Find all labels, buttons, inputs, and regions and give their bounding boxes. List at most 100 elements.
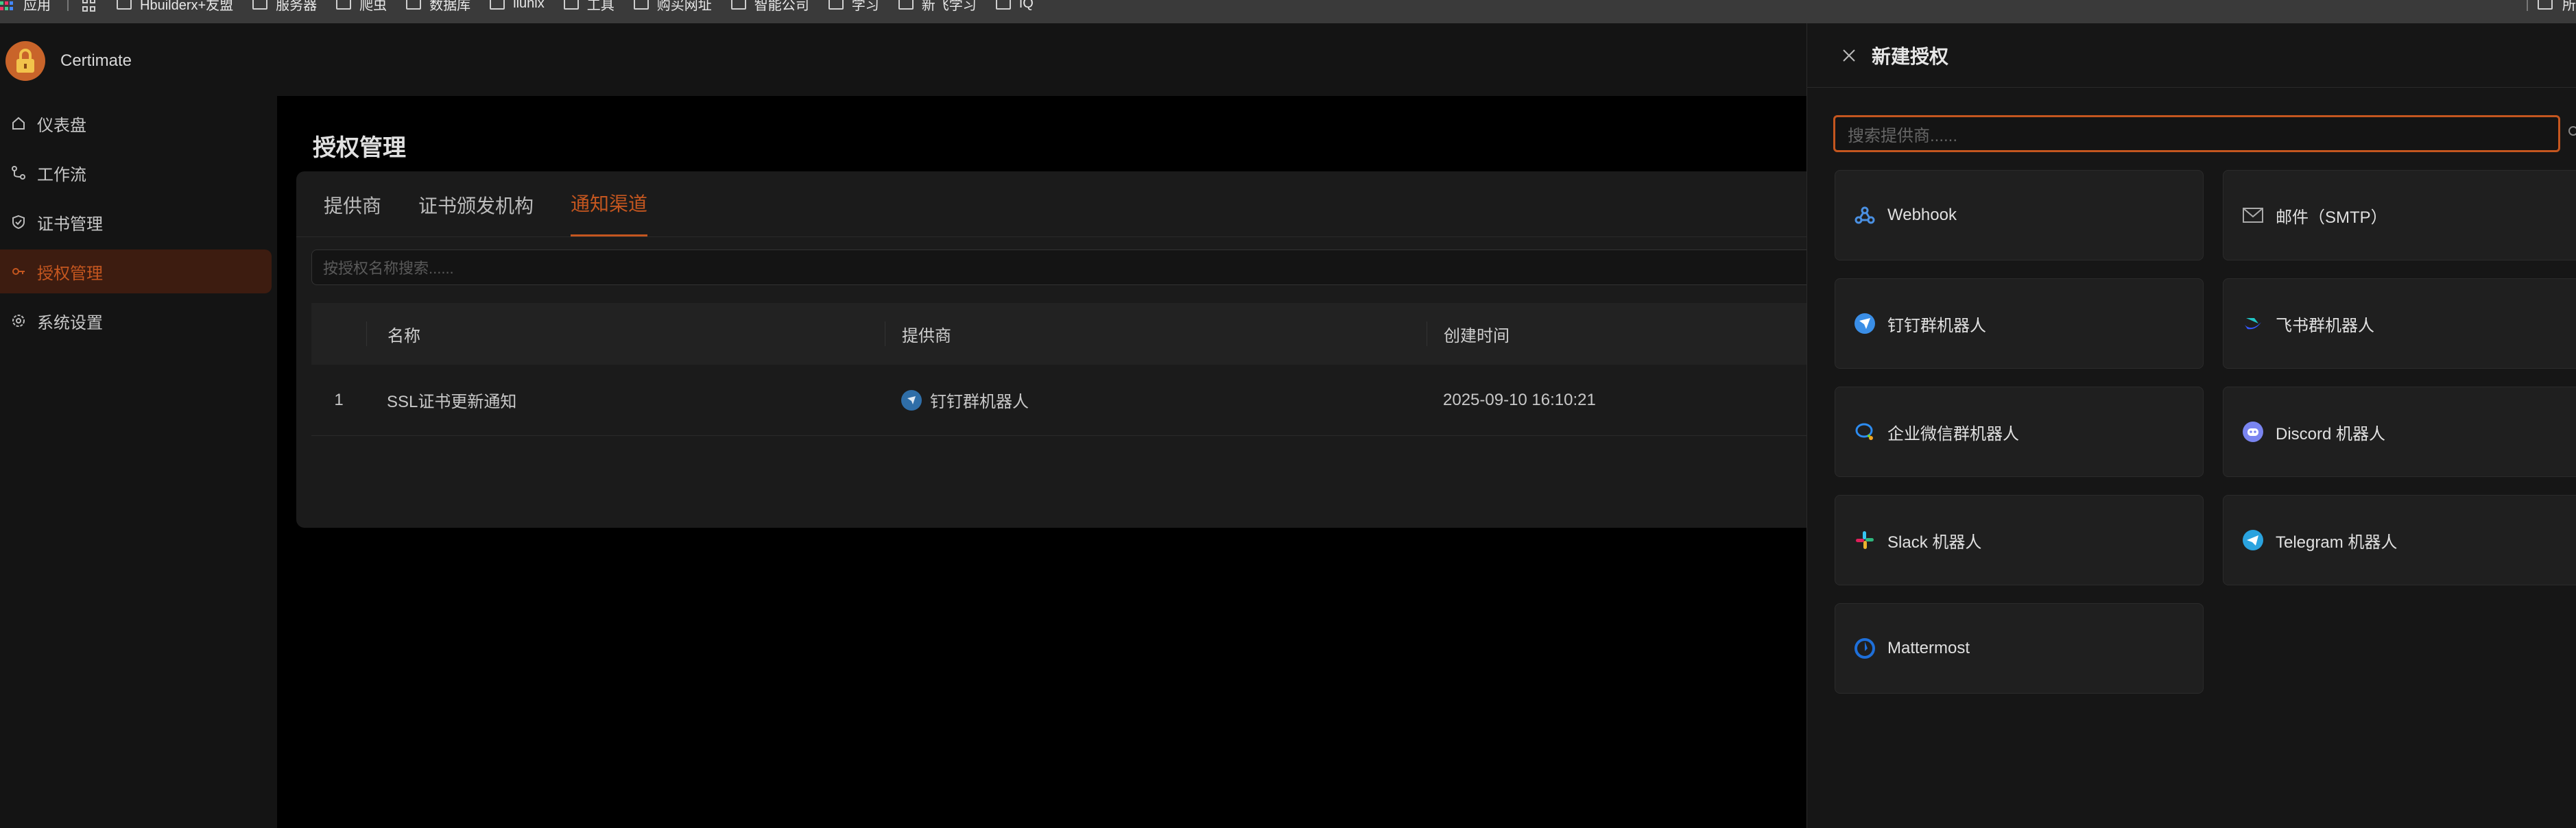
close-icon[interactable] — [1839, 45, 1859, 66]
sidebar-item-label: 工作流 — [37, 165, 86, 184]
discord-icon — [2240, 419, 2266, 445]
row-name: SSL证书更新通知 — [387, 393, 517, 411]
folder-icon — [336, 0, 352, 10]
bookmark-divider — [67, 0, 69, 11]
access-table: 名称 提供商 创建时间 1 SSL证书更新通知 钉钉群机器人 2025-09-1… — [311, 303, 1806, 436]
feishu-icon — [2240, 310, 2266, 337]
provider-label: 邮件（SMTP） — [2276, 208, 2387, 227]
access-card: 提供商 证书颁发机构 通知渠道 按授权名称搜索...... 名称 提供商 创建时… — [296, 171, 1806, 528]
mattermost-icon — [1852, 635, 1878, 661]
folder-icon — [252, 0, 268, 10]
drawer-header: 新建授权 — [1807, 23, 2576, 88]
row-index: 1 — [334, 390, 344, 409]
brand-name: Certimate — [60, 51, 132, 70]
bookmark-label: 服务器 — [276, 0, 318, 13]
tab-ca[interactable]: 证书颁发机构 — [418, 191, 534, 236]
bookmark-label: IQ — [1018, 0, 1034, 11]
sidebar-item-access[interactable]: 授权管理 — [0, 249, 272, 293]
home-icon — [10, 114, 27, 132]
page-title: 授权管理 — [313, 135, 406, 161]
bookmark-label: 购买网址 — [656, 0, 712, 13]
webhook-icon — [1852, 202, 1878, 228]
sidebar-item-workflow[interactable]: 工作流 — [0, 151, 272, 195]
header-name: 名称 — [366, 321, 885, 346]
provider-dingtalk[interactable]: 钉钉群机器人 — [1835, 278, 2204, 369]
bookmark-folder[interactable]: 数据库 — [406, 0, 470, 14]
provider-wecom[interactable]: 企业微信群机器人 — [1835, 387, 2204, 477]
apps-grid-icon — [0, 0, 15, 10]
row-provider: 钉钉群机器人 — [885, 388, 1427, 413]
tab-groups-icon[interactable] — [82, 0, 97, 12]
dingtalk-icon — [901, 389, 922, 411]
folder-icon — [406, 0, 422, 10]
tab-providers[interactable]: 提供商 — [324, 191, 381, 236]
header-created: 创建时间 — [1427, 321, 1806, 346]
provider-mattermost[interactable]: Mattermost — [1835, 603, 2204, 694]
bookmark-folder[interactable]: 智能公司 — [730, 0, 809, 14]
bookmark-label: 工具 — [586, 0, 615, 13]
row-created: 2025-09-10 16:10:21 — [1443, 390, 1596, 409]
provider-slack[interactable]: Slack 机器人 — [1835, 495, 2204, 585]
sidebar-item-label: 仪表盘 — [37, 116, 86, 135]
header-provider: 提供商 — [885, 321, 1427, 346]
bookmark-overflow[interactable]: 所 — [2527, 0, 2576, 15]
shield-icon — [10, 213, 27, 231]
mail-icon — [2240, 202, 2266, 228]
folder-icon — [2538, 0, 2553, 10]
bookmark-folder[interactable]: IQ — [995, 0, 1034, 12]
sidebar-item-dashboard[interactable]: 仪表盘 — [0, 101, 272, 145]
sidebar-item-certificates[interactable]: 证书管理 — [0, 200, 272, 244]
sidebar-item-label: 授权管理 — [37, 264, 103, 283]
slack-icon — [1852, 527, 1878, 553]
bookmark-label: 数据库 — [429, 0, 471, 13]
bookmark-divider — [2527, 0, 2528, 11]
bookmark-folder[interactable]: 工具 — [563, 0, 615, 14]
bookmark-folder[interactable]: liunix — [490, 0, 545, 12]
bookmark-label: 学习 — [851, 0, 879, 13]
brand[interactable]: Certimate — [0, 23, 277, 99]
provider-label: Discord 机器人 — [2276, 424, 2386, 443]
workflow-icon — [10, 164, 27, 182]
provider-label: 企业微信群机器人 — [1887, 424, 2019, 443]
row-provider-label: 钉钉群机器人 — [930, 393, 1029, 411]
bookmark-folder[interactable]: 购买网址 — [633, 0, 712, 14]
bookmark-apps[interactable]: 应用 — [0, 0, 51, 14]
bookmark-folder[interactable]: Hbuilderx+友盟 — [117, 0, 233, 14]
provider-smtp[interactable]: 邮件（SMTP） — [2223, 170, 2576, 260]
folder-icon — [828, 0, 844, 10]
bookmarks-bar: 应用 Hbuilderx+友盟 服务器 爬虫 数据库 liunix 工具 购买网… — [0, 0, 2576, 23]
sidebar-item-label: 系统设置 — [37, 313, 103, 332]
top-bar — [277, 23, 1806, 96]
folder-icon — [995, 0, 1011, 10]
folder-icon — [490, 0, 505, 10]
bookmark-label: 新飞学习 — [921, 0, 977, 13]
filter-input[interactable]: 按授权名称搜索...... — [311, 249, 1806, 285]
provider-discord[interactable]: Discord 机器人 — [2223, 387, 2576, 477]
folder-icon — [117, 0, 132, 10]
provider-webhook[interactable]: Webhook — [1835, 170, 2204, 260]
wecom-icon — [1852, 419, 1878, 445]
new-access-drawer: 新建授权 搜索提供商...... Webhook 邮件（SMTP） 钉钉群机器人… — [1806, 23, 2576, 828]
tab-bar: 提供商 证书颁发机构 通知渠道 — [296, 171, 1806, 237]
provider-label: Mattermost — [1887, 639, 1970, 657]
sidebar: Certimate 仪表盘 工作流 证书管理 授权管理 系统设置 — [0, 23, 277, 828]
table-header: 名称 提供商 创建时间 — [311, 303, 1806, 365]
bookmark-folder[interactable]: 新飞学习 — [898, 0, 977, 14]
provider-label: Slack 机器人 — [1887, 533, 1982, 552]
bookmark-folder[interactable]: 服务器 — [252, 0, 317, 14]
main-content: 授权管理 提供商 证书颁发机构 通知渠道 按授权名称搜索...... 名称 提供… — [277, 23, 1806, 828]
provider-search-input[interactable]: 搜索提供商...... — [1833, 115, 2560, 152]
tab-notification[interactable]: 通知渠道 — [571, 189, 648, 236]
bookmark-label: 智能公司 — [754, 0, 809, 13]
sidebar-item-settings[interactable]: 系统设置 — [0, 299, 272, 343]
provider-telegram[interactable]: Telegram 机器人 — [2223, 495, 2576, 585]
search-icon — [2567, 125, 2576, 138]
bookmark-label: Hbuilderx+友盟 — [140, 0, 234, 13]
provider-feishu[interactable]: 飞书群机器人 — [2223, 278, 2576, 369]
bookmark-folder[interactable]: 爬虫 — [336, 0, 387, 14]
gear-icon — [10, 312, 27, 330]
bookmark-folder[interactable]: 学习 — [828, 0, 879, 14]
table-row[interactable]: 1 SSL证书更新通知 钉钉群机器人 2025-09-10 16:10:21 — [311, 365, 1806, 436]
bookmark-label: 爬虫 — [359, 0, 387, 13]
folder-icon — [563, 0, 579, 10]
